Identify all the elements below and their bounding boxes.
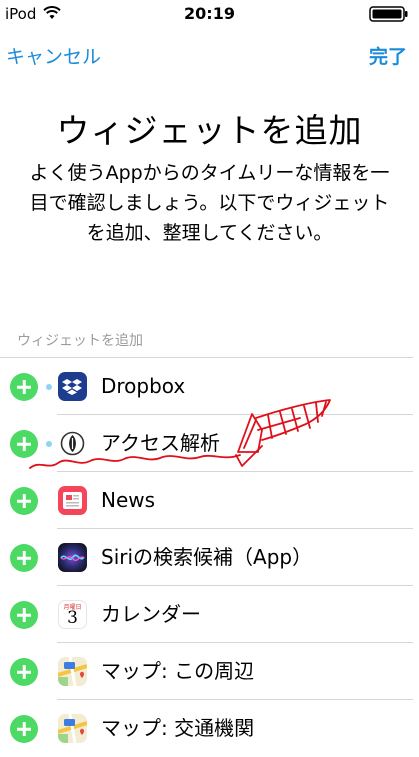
maps-icon (58, 714, 87, 743)
widget-label: カレンダー (101, 602, 201, 626)
siri-icon (58, 543, 87, 572)
done-button[interactable]: 完了 (369, 42, 407, 69)
widget-row-maps-transit: マップ: 交通機関 (0, 700, 413, 757)
widget-label: マップ: 交通機関 (101, 716, 255, 740)
calendar-day: 3 (67, 608, 78, 628)
add-widget-button[interactable] (10, 487, 38, 515)
widget-row-maps-nearby: マップ: この周辺 (0, 643, 413, 700)
add-widget-button[interactable] (10, 430, 38, 458)
widget-row-calendar: 月曜日 3 カレンダー (0, 586, 413, 643)
add-widget-button[interactable] (10, 544, 38, 572)
description-text: よく使うAppからのタイムリーな情報を一目で確認しましょう。以下でウィジェットを… (29, 162, 390, 244)
page-title: ウィジェットを追加 (56, 111, 363, 150)
widget-label: アクセス解析 (101, 431, 220, 455)
add-widget-button[interactable] (10, 715, 38, 743)
widget-row-dropbox: Dropbox (0, 358, 413, 415)
widget-row-siri-suggestions: Siriの検索候補（App） (0, 529, 413, 586)
widget-label: Siriの検索候補（App） (101, 545, 313, 569)
add-widget-button[interactable] (10, 373, 38, 401)
battery-icon (369, 6, 408, 22)
cancel-button[interactable]: キャンセル (6, 42, 101, 69)
maps-icon (58, 657, 87, 686)
widget-row-access-analytics: アクセス解析 (0, 415, 413, 472)
news-icon (58, 486, 87, 515)
widget-label: Dropbox (101, 374, 186, 398)
access-analytics-icon (58, 429, 87, 458)
add-widget-button[interactable] (10, 601, 38, 629)
dropbox-icon (58, 372, 87, 401)
add-widget-button[interactable] (10, 658, 38, 686)
widget-label: マップ: この周辺 (101, 659, 255, 683)
section-header: ウィジェットを追加 (17, 333, 143, 349)
widget-row-news: News (0, 472, 413, 529)
widget-label: News (101, 488, 156, 512)
status-bar: iPod 20:19 (0, 0, 419, 30)
new-indicator-dot (46, 384, 52, 390)
new-indicator-dot (46, 441, 52, 447)
calendar-icon: 月曜日 3 (58, 600, 87, 629)
status-time: 20:19 (184, 4, 235, 23)
